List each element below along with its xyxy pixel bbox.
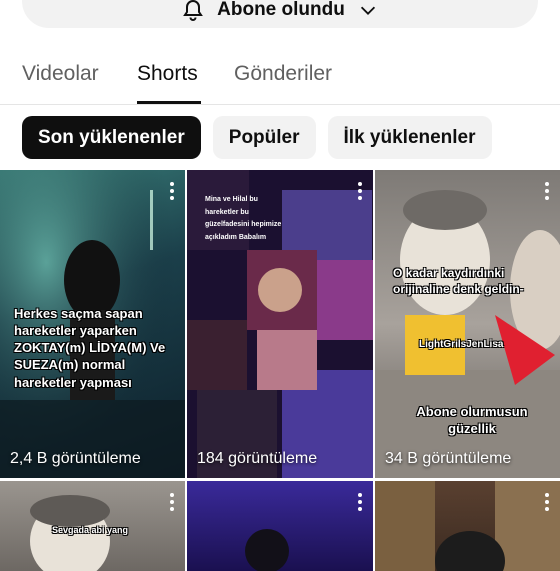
chip-oldest[interactable]: İlk yüklenenler (327, 116, 492, 159)
thumbnail-image (245, 529, 289, 571)
bell-icon (183, 0, 204, 21)
sort-chips: Son yüklenenler Popüler İlk yüklenenler (22, 116, 492, 159)
more-options-icon[interactable] (169, 182, 175, 202)
more-options-icon[interactable] (357, 493, 363, 513)
short-thumbnail[interactable]: Mina ve Hilal bu hareketler bu güzelfade… (187, 170, 373, 478)
tab-posts[interactable]: Gönderiler (234, 62, 332, 86)
view-count: 184 görüntüleme (197, 450, 318, 467)
more-options-icon[interactable] (544, 182, 550, 202)
more-options-icon[interactable] (357, 182, 363, 202)
channel-tabs: Videolar Shorts Gönderiler (0, 52, 560, 105)
chip-recent[interactable]: Son yüklenenler (22, 116, 201, 159)
short-overlay-text: Mina ve Hilal bu hareketler bu güzelfade… (205, 196, 282, 241)
short-thumbnail[interactable] (375, 481, 560, 571)
short-thumbnail[interactable] (187, 481, 373, 571)
short-overlay-text: Sevgada abi yang (52, 525, 129, 535)
chevron-down-icon (360, 6, 375, 15)
short-thumbnail[interactable]: O kadar kaydırdınki orijinaline denk gel… (375, 170, 560, 478)
subscribe-label: Abone olundu (217, 0, 345, 20)
tab-shorts[interactable]: Shorts (137, 62, 198, 86)
short-overlay-text: Herkes saçma sapan hareketler yaparken Z… (14, 306, 166, 390)
view-count: 34 B görüntüleme (385, 450, 512, 467)
tab-videos[interactable]: Videolar (22, 62, 99, 86)
short-overlay-text: O kadar kaydırdınki orijinaline denk gel… (393, 266, 524, 296)
short-overlay-text: LightGrilsJenLisa (419, 339, 504, 350)
active-tab-indicator (137, 101, 201, 104)
thumbnail-image (375, 481, 560, 571)
subscribe-button[interactable]: Abone olundu (22, 0, 538, 28)
short-overlay-text: Abone olurmusun güzellik (416, 404, 528, 437)
chip-popular[interactable]: Popüler (212, 116, 316, 159)
short-thumbnail[interactable]: Herkes saçma sapan hareketler yaparken Z… (0, 170, 185, 478)
more-options-icon[interactable] (544, 493, 550, 513)
view-count: 2,4 B görüntüleme (10, 450, 141, 467)
short-thumbnail[interactable]: Sevgada abi yang (0, 481, 185, 571)
more-options-icon[interactable] (169, 493, 175, 513)
